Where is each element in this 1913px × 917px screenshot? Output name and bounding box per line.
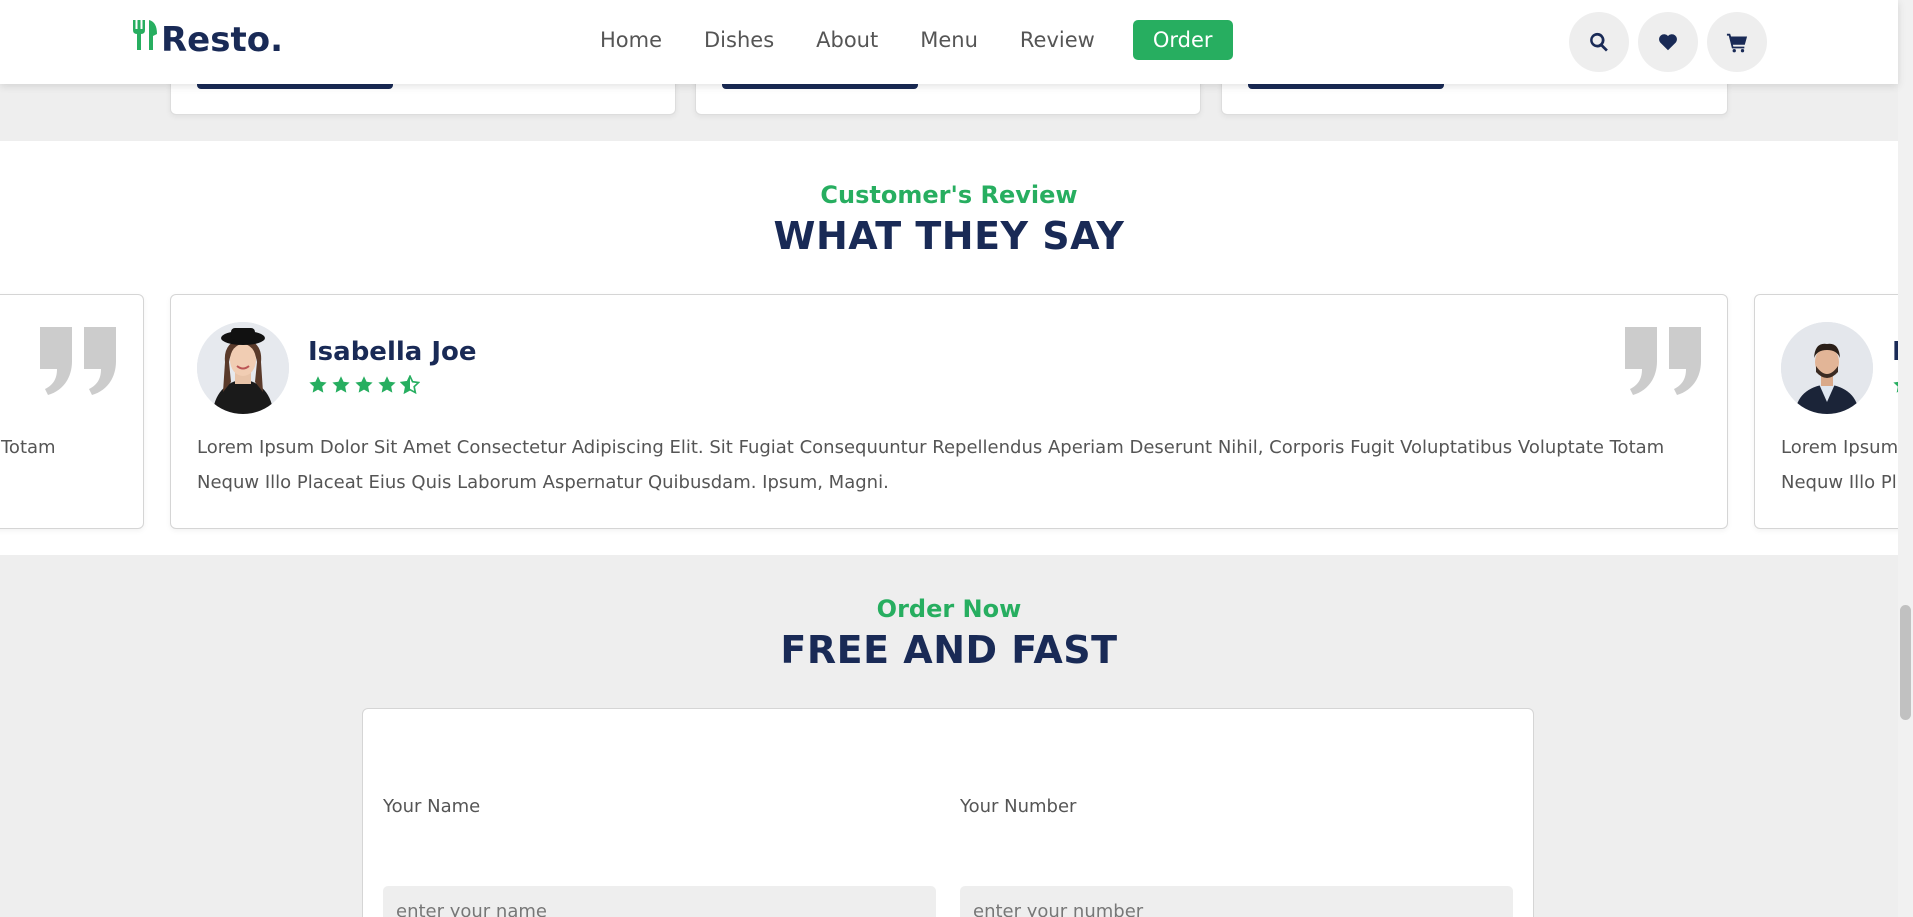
nav-order[interactable]: Order	[1132, 20, 1233, 60]
nav-dishes[interactable]: Dishes	[704, 28, 774, 52]
number-label: Your Number	[960, 796, 1077, 817]
page-scrollbar[interactable]	[1898, 0, 1913, 917]
cart-button[interactable]	[1707, 12, 1767, 72]
review-text-line: Nequw Illo Pl	[1781, 472, 1897, 493]
nav-menu[interactable]: Menu	[920, 28, 978, 52]
review-text-line: Lorem Ipsum	[1781, 437, 1898, 458]
rating-stars	[308, 375, 423, 395]
reviewer-name: Isabella Joe	[308, 337, 477, 367]
review-text: Lorem Ipsum Nequw Illo Pl	[1781, 430, 1898, 500]
star-icon	[309, 376, 327, 393]
search-icon	[1590, 32, 1608, 52]
header-icons	[1569, 12, 1776, 72]
review-text: Lorem Ipsum Dolor Sit Amet Consectetur A…	[197, 437, 1665, 493]
cart-icon	[1726, 33, 1748, 53]
search-button[interactable]	[1569, 12, 1629, 72]
star-icon	[378, 376, 396, 393]
review-card: Isabella Joe Lorem Ipsum Dolor Sit Amet …	[170, 294, 1728, 529]
star-half-icon	[400, 375, 420, 395]
name-input[interactable]	[383, 886, 936, 917]
star-icon	[332, 376, 350, 393]
nav-home[interactable]: Home	[600, 28, 662, 52]
avatar	[197, 322, 289, 414]
site-header: Resto. Home Dishes About Menu Review Ord…	[0, 0, 1898, 84]
star-icon	[355, 376, 373, 393]
wishlist-button[interactable]	[1638, 12, 1698, 72]
review-card: Totam	[0, 294, 144, 529]
avatar	[1781, 322, 1873, 414]
heart-icon	[1659, 34, 1677, 51]
name-label: Your Name	[383, 796, 481, 817]
quote-icon	[1625, 327, 1701, 395]
order-section: Order Now FREE AND FAST Your Name Your N…	[0, 555, 1898, 917]
nav-review[interactable]: Review	[1020, 28, 1095, 52]
number-input[interactable]	[960, 886, 1513, 917]
main-nav: Home Dishes About Menu Review Order	[600, 20, 1233, 60]
nav-about[interactable]: About	[816, 28, 878, 52]
logo-text: Resto.	[161, 19, 284, 60]
review-heading: WHAT THEY SAY	[773, 214, 1125, 258]
utensils-icon	[131, 18, 159, 61]
order-subheading: Order Now	[876, 595, 1022, 623]
logo[interactable]: Resto.	[131, 18, 283, 61]
quote-icon	[40, 327, 116, 395]
scrollbar-thumb[interactable]	[1900, 605, 1911, 720]
review-card: H Lorem Ipsum Nequw Illo Pl	[1754, 294, 1898, 529]
order-form: Your Name Your Number	[362, 708, 1534, 917]
review-subheading: Customer's Review	[820, 181, 1078, 209]
order-heading: FREE AND FAST	[780, 628, 1118, 672]
review-section: Customer's Review WHAT THEY SAY Totam Is…	[0, 141, 1898, 555]
review-text: Totam	[1, 437, 56, 458]
